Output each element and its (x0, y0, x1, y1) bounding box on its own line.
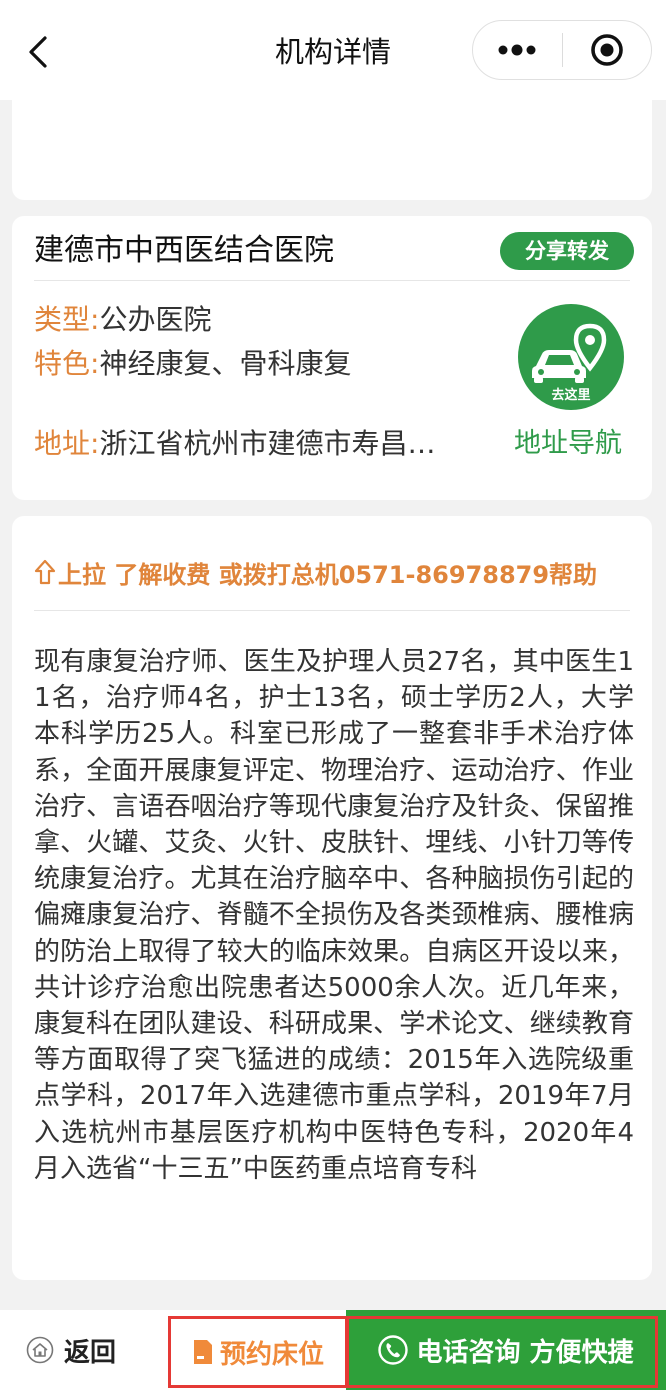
bottom-action-bar: 返回 预约床位 电话咨询 方便快捷 (0, 1310, 666, 1390)
institution-info-card: 建德市中西医结合医院 分享转发 类型:公办医院 特色:神经康复、骨科康复 去这里 (12, 216, 652, 500)
share-button[interactable]: 分享转发 (500, 232, 634, 270)
arrow-up-icon (34, 559, 56, 585)
reserve-bed-button[interactable]: 预约床位 (168, 1316, 348, 1388)
return-label: 返回 (64, 1337, 117, 1368)
pull-up-hint-text: 上拉 了解收费 或拨打总机0571-86978879帮助 (58, 560, 598, 589)
more-dots-icon (498, 44, 536, 56)
institution-description: 现有康复治疗师、医生及护理人员27名，其中医生11名，治疗师4名，护士13名，硕… (34, 647, 634, 1184)
address-label: 地址: (34, 427, 100, 460)
go-here-label: 去这里 (551, 388, 591, 403)
return-button[interactable]: 返回 (26, 1310, 166, 1390)
address-row: 地址:浙江省杭州市建德市寿昌… (34, 424, 474, 464)
type-row: 类型:公办医院 (34, 300, 211, 340)
more-button[interactable] (473, 21, 562, 79)
media-card (12, 90, 652, 200)
address-navigation-link[interactable]: 地址导航 (514, 424, 622, 464)
feature-row: 特色:神经康复、骨科康复 (34, 344, 351, 384)
mini-program-capsule (472, 20, 652, 80)
document-icon (193, 1340, 212, 1364)
type-label: 类型: (34, 303, 100, 336)
reserve-bed-label: 预约床位 (219, 1339, 324, 1370)
target-close-icon (590, 34, 623, 66)
phone-icon (378, 1335, 409, 1365)
institution-name: 建德市中西医结合医院 (34, 233, 334, 268)
feature-label: 特色: (34, 347, 100, 380)
description-card: 上拉 了解收费 或拨打总机0571-86978879帮助 现有康复治疗师、医生及… (12, 516, 652, 1280)
nav-header: 机构详情 (0, 0, 666, 100)
page: 机构详情 建德市中西医结合医院 分享转发 类型:公办医院 特色:神经康复、骨科康… (0, 0, 666, 1390)
feature-value: 神经康复、骨科康复 (99, 347, 352, 380)
chevron-left-icon (29, 36, 47, 68)
go-here-button[interactable]: 去这里 (518, 304, 624, 410)
divider (34, 610, 630, 611)
close-button[interactable] (563, 21, 652, 79)
pull-up-hint: 上拉 了解收费 或拨打总机0571-86978879帮助 (34, 552, 597, 592)
home-icon (26, 1336, 54, 1364)
phone-consult-label: 电话咨询 方便快捷 (416, 1337, 634, 1368)
divider (34, 280, 630, 281)
type-value: 公办医院 (99, 303, 212, 336)
address-value: 浙江省杭州市建德市寿昌… (99, 427, 436, 460)
back-button[interactable] (18, 30, 58, 74)
phone-consult-button[interactable]: 电话咨询 方便快捷 (346, 1310, 666, 1390)
